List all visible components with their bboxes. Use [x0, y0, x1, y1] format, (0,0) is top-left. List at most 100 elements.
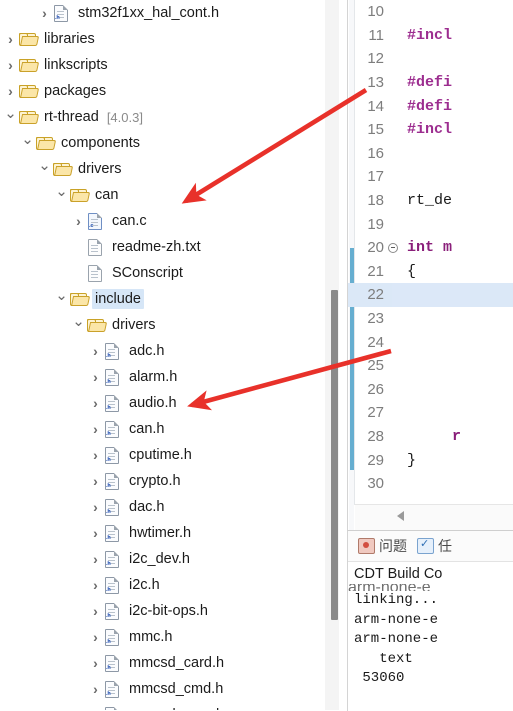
chevron-right-icon[interactable] [89, 338, 102, 364]
code-line-14[interactable]: 14 #defi [348, 94, 513, 118]
tree-item-i2c-bit-ops-h[interactable]: .h i2c-bit-ops.h [0, 598, 347, 624]
code-line-21[interactable]: 21 { [348, 260, 513, 284]
text-file-icon [85, 260, 105, 286]
code-lines[interactable]: 10 11 #incl 12 13 #defi 14 #defi 15 #incl 16 17 18 rt… [348, 0, 513, 505]
tree-item-mmc-h[interactable]: .h mmc.h [0, 624, 347, 650]
tree-item-include[interactable]: include [0, 286, 347, 312]
folder-icon [17, 78, 40, 104]
code-line-11[interactable]: 11 #incl [348, 24, 513, 48]
chevron-right-icon[interactable] [89, 520, 102, 546]
code-line-29[interactable]: 29} [348, 448, 513, 472]
code-line-12[interactable]: 12 [348, 47, 513, 71]
console-tab-problems[interactable]: 问题 [358, 536, 407, 556]
chevron-right-icon[interactable] [4, 52, 17, 78]
code-line-16[interactable]: 16 [348, 142, 513, 166]
tree-item-drivers[interactable]: drivers [0, 312, 347, 338]
header-file-icon: .h [102, 572, 122, 598]
folder-icon [17, 104, 40, 130]
tree-item-can-h[interactable]: .h can.h [0, 416, 347, 442]
tree-item-mmcsd-card-h[interactable]: .h mmcsd_card.h [0, 650, 347, 676]
tree-item-rt-thread[interactable]: rt-thread [4.0.3] [0, 104, 347, 130]
tree-item-readme-zh-txt[interactable]: readme-zh.txt [0, 234, 347, 260]
code-line-26[interactable]: 26 [348, 378, 513, 402]
chevron-right-icon[interactable] [4, 26, 17, 52]
chevron-right-icon[interactable] [4, 78, 17, 104]
chevron-right-icon[interactable] [89, 650, 102, 676]
tree-item-adc-h[interactable]: .h adc.h [0, 338, 347, 364]
chevron-right-icon[interactable] [89, 442, 102, 468]
tree-item-linkscripts[interactable]: linkscripts [0, 52, 347, 78]
chevron-right-icon[interactable] [89, 598, 102, 624]
code-line-24[interactable]: 24 [348, 330, 513, 354]
code-line-15[interactable]: 15 #incl [348, 118, 513, 142]
tree-item-mmcsd-core-h[interactable]: .h mmcsd_core.h [0, 702, 347, 710]
tree-item-stm32f1xx-hal-cont-h[interactable]: .h stm32f1xx_hal_cont.h [0, 0, 347, 26]
code-text: { [407, 262, 417, 280]
code-line-19[interactable]: 19 [348, 212, 513, 236]
tree-item-sconscript[interactable]: SConscript [0, 260, 347, 286]
code-line-23[interactable]: 23 [348, 307, 513, 331]
code-line-28[interactable]: 28 r [348, 425, 513, 449]
tree-vertical-scrollbar-thumb[interactable] [331, 290, 338, 620]
tree-item-can[interactable]: can [0, 182, 347, 208]
editor-horizontal-scrollbar[interactable] [355, 504, 513, 530]
code-line-17[interactable]: 17 [348, 165, 513, 189]
code-line-18[interactable]: 18 rt_de [348, 189, 513, 213]
code-editor-panel[interactable]: 10 11 #incl 12 13 #defi 14 #defi 15 #incl 16 17 18 rt… [347, 0, 513, 530]
tree-item-packages[interactable]: packages [0, 78, 347, 104]
header-file-icon: .h [102, 546, 122, 572]
tree-item-alarm-h[interactable]: .h alarm.h [0, 364, 347, 390]
chevron-down-icon[interactable] [55, 182, 68, 208]
tree-item-libraries[interactable]: libraries [0, 26, 347, 52]
chevron-right-icon[interactable] [89, 676, 102, 702]
tree-item-dac-h[interactable]: .h dac.h [0, 494, 347, 520]
chevron-down-icon[interactable] [72, 312, 85, 338]
chevron-right-icon[interactable] [89, 416, 102, 442]
chevron-right-icon[interactable] [89, 390, 102, 416]
code-line-22[interactable]: 22 [348, 283, 513, 307]
chevron-right-icon[interactable] [89, 546, 102, 572]
chevron-right-icon[interactable] [89, 624, 102, 650]
code-text: rt_de [407, 192, 453, 210]
tree-item-drivers[interactable]: drivers [0, 156, 347, 182]
chevron-right-icon[interactable] [89, 702, 102, 710]
chevron-right-icon[interactable] [38, 0, 51, 26]
chevron-down-icon[interactable] [4, 104, 17, 130]
chevron-right-icon[interactable] [72, 208, 85, 234]
chevron-down-icon[interactable] [21, 130, 34, 156]
tree-item-components[interactable]: components [0, 130, 347, 156]
tree-item-label: cputime.h [129, 447, 192, 463]
scroll-left-arrow-icon[interactable] [397, 511, 404, 521]
tree-item-label: include [92, 289, 144, 309]
console-output[interactable]: linking... arm-none-e arm-none-e text 5306… [348, 591, 513, 689]
tree-item-i2c-h[interactable]: .h i2c.h [0, 572, 347, 598]
console-tab-label: 问题 [379, 538, 407, 554]
tree-item-crypto-h[interactable]: .h crypto.h [0, 468, 347, 494]
console-panel[interactable]: 问题任 CDT Build Co arm-none-e linking...ar… [347, 530, 513, 711]
chevron-down-icon[interactable] [38, 156, 51, 182]
project-explorer-tree[interactable]: .h stm32f1xx_hal_cont.h libraries linkscrip… [0, 0, 347, 710]
code-line-10[interactable]: 10 [348, 0, 513, 24]
chevron-right-icon[interactable] [89, 364, 102, 390]
tree-item-hwtimer-h[interactable]: .h hwtimer.h [0, 520, 347, 546]
console-tab-bar[interactable]: 问题 任 [348, 531, 513, 562]
code-text: r [407, 427, 462, 445]
code-line-25[interactable]: 25 [348, 354, 513, 378]
tree-item-audio-h[interactable]: .h audio.h [0, 390, 347, 416]
tree-item-label: rt-thread [44, 109, 99, 125]
code-line-20[interactable]: 20 int m [348, 236, 513, 260]
console-tab-tasks[interactable]: 任 [417, 536, 452, 556]
chevron-right-icon[interactable] [89, 572, 102, 598]
code-line-27[interactable]: 27 [348, 401, 513, 425]
tree-item-mmcsd-cmd-h[interactable]: .h mmcsd_cmd.h [0, 676, 347, 702]
chevron-right-icon[interactable] [89, 468, 102, 494]
chevron-down-icon[interactable] [55, 286, 68, 312]
code-line-30[interactable]: 30 [348, 472, 513, 496]
fold-collapse-icon[interactable] [387, 243, 399, 253]
chevron-right-icon[interactable] [89, 494, 102, 520]
tree-item-can-c[interactable]: .c can.c [0, 208, 347, 234]
tree-item-cputime-h[interactable]: .h cputime.h [0, 442, 347, 468]
tree-item-i2c-dev-h[interactable]: .h i2c_dev.h [0, 546, 347, 572]
code-line-13[interactable]: 13 #defi [348, 71, 513, 95]
line-number: 25 [367, 357, 384, 375]
